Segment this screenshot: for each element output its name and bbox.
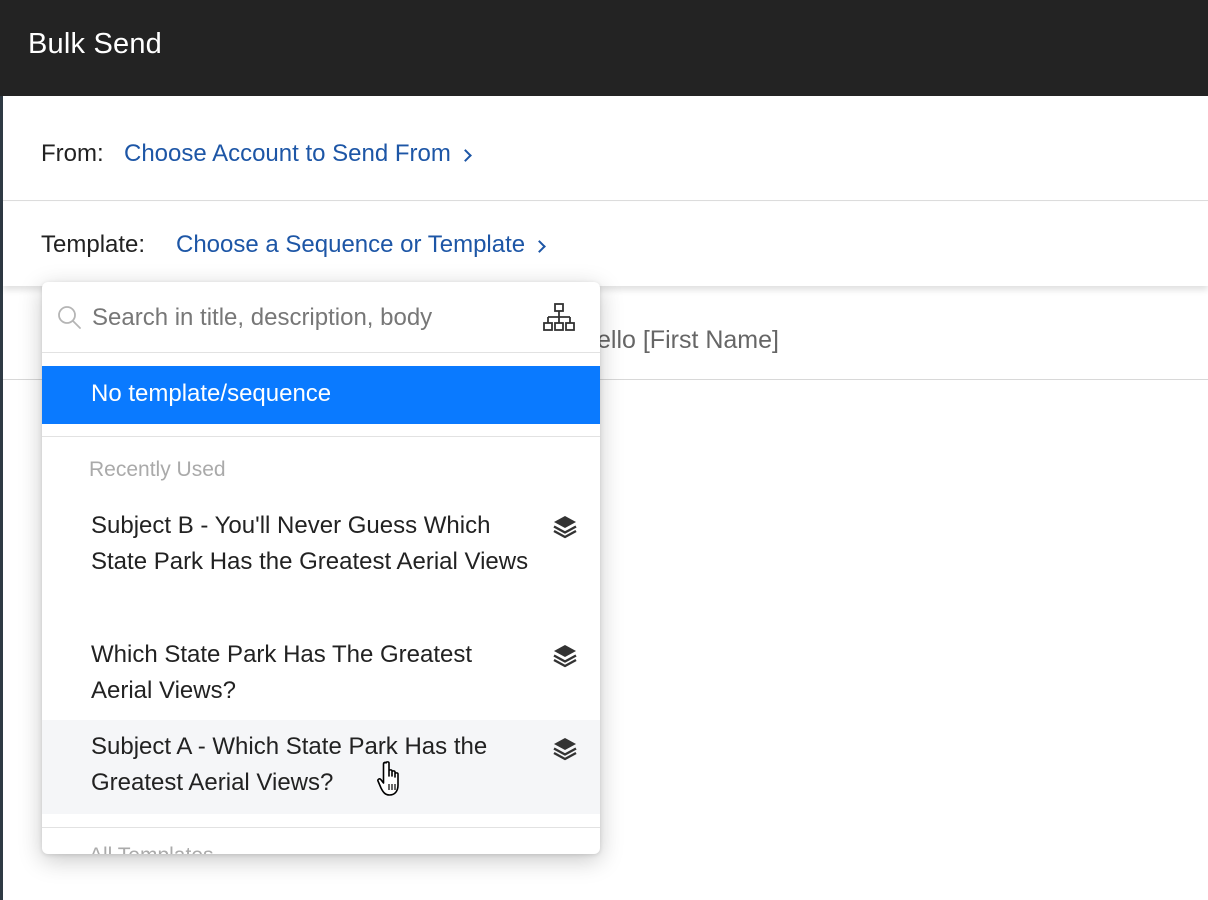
search-icon xyxy=(58,306,81,329)
window-title: Bulk Send xyxy=(28,28,162,60)
search-box xyxy=(42,282,600,353)
layers-icon xyxy=(553,738,577,761)
template-item-which-state-park[interactable]: Which State Park Has The Greatest Aerial… xyxy=(42,637,600,713)
recently-used-label: Recently Used xyxy=(89,458,226,481)
all-templates-label: All Templates xyxy=(89,844,214,854)
no-template-option[interactable]: No template/sequence xyxy=(42,366,600,424)
from-label: From: xyxy=(41,140,104,167)
title-bar: Bulk Send xyxy=(0,0,1208,96)
template-label: Template: xyxy=(41,231,146,258)
template-item-subject-b[interactable]: Subject B - You'll Never Guess Which Sta… xyxy=(42,508,600,620)
hierarchy-icon[interactable] xyxy=(542,302,576,332)
choose-template-link[interactable]: Choose a Sequence or Template xyxy=(176,231,546,259)
template-row: Template: Choose a Sequence or Template xyxy=(3,202,1208,286)
divider xyxy=(42,436,600,437)
from-row: From: Choose Account to Send From xyxy=(3,96,1208,201)
choose-template-label: Choose a Sequence or Template xyxy=(176,231,526,258)
subject-text: ello [First Name] xyxy=(597,326,779,354)
choose-account-link[interactable]: Choose Account to Send From xyxy=(124,140,472,168)
template-item-subject-a[interactable]: Subject A - Which State Park Has the Gre… xyxy=(42,720,600,814)
no-template-label: No template/sequence xyxy=(91,380,332,407)
chevron-right-icon xyxy=(533,239,546,253)
item-text: Subject B - You'll Never Guess Which Sta… xyxy=(91,512,529,575)
divider xyxy=(42,827,600,828)
layers-icon xyxy=(553,516,577,539)
hand-cursor-icon xyxy=(377,761,399,796)
chevron-right-icon xyxy=(458,148,472,162)
choose-account-label: Choose Account to Send From xyxy=(124,140,451,167)
template-dropdown: No template/sequence Recently Used Subje… xyxy=(42,282,600,854)
item-text: Which State Park Has The Greatest Aerial… xyxy=(91,641,473,704)
item-text: Subject A - Which State Park Has the Gre… xyxy=(91,733,488,796)
layers-icon xyxy=(553,645,577,668)
search-input[interactable] xyxy=(92,296,532,340)
